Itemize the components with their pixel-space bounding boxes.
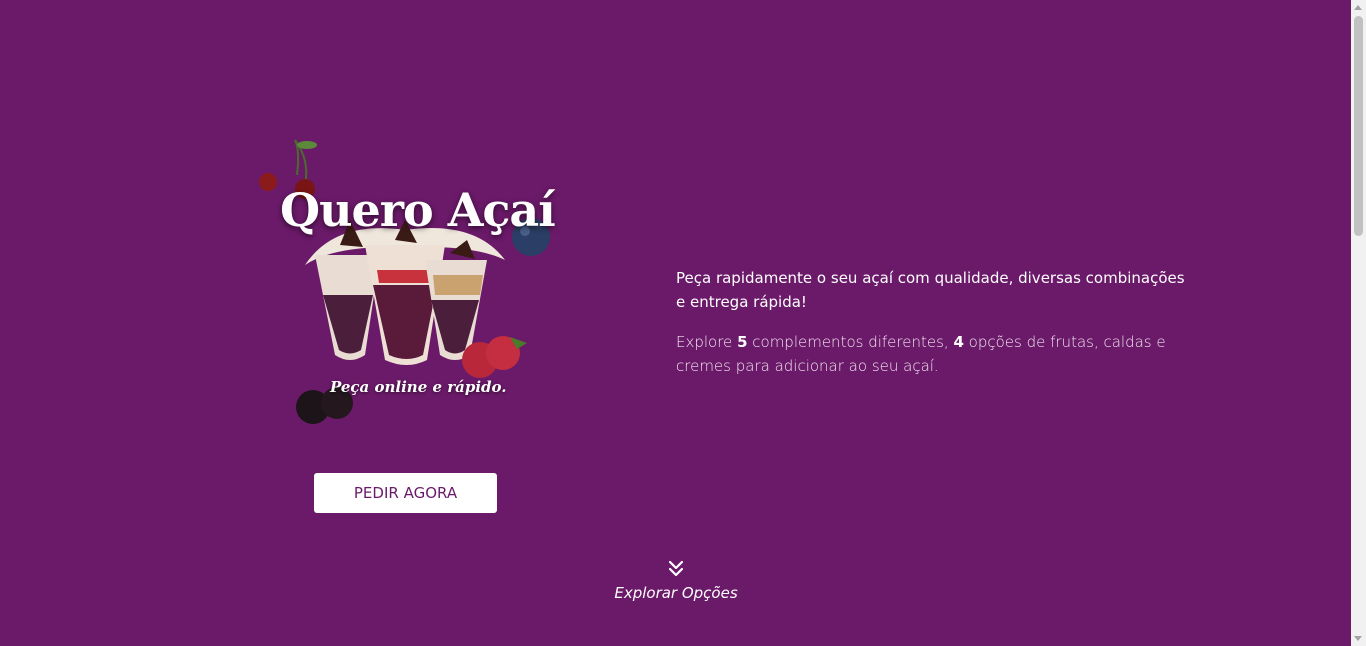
scroll-up-arrow-icon[interactable] <box>1354 5 1362 10</box>
intro-detail-text: Explore 5 complementos diferentes, 4 opç… <box>676 330 1196 378</box>
double-chevron-down-icon[interactable] <box>668 560 684 578</box>
explore-options-label[interactable]: Explorar Opções <box>576 584 776 602</box>
explore-options-link[interactable]: Explorar Opções <box>576 560 776 602</box>
order-now-button[interactable]: PEDIR AGORA <box>314 473 497 513</box>
complements-count: 5 <box>737 333 748 351</box>
detail-prefix: Explore <box>676 333 738 351</box>
brand-tagline: Peça online e rápido. <box>330 378 507 396</box>
fruit-options-count: 4 <box>953 333 964 351</box>
intro-section: Peça rapidamente o seu açaí com qualidad… <box>676 266 1196 378</box>
vertical-scrollbar[interactable] <box>1351 0 1366 646</box>
scrollbar-thumb[interactable] <box>1354 16 1363 236</box>
scroll-down-arrow-icon[interactable] <box>1354 636 1362 641</box>
detail-mid: complementos diferentes, <box>747 333 954 351</box>
intro-lead-text: Peça rapidamente o seu açaí com qualidad… <box>676 269 1185 311</box>
brand-logo: Quero Açaí Peça online e rápido. <box>255 135 556 430</box>
brand-title: Quero Açaí <box>280 183 556 237</box>
